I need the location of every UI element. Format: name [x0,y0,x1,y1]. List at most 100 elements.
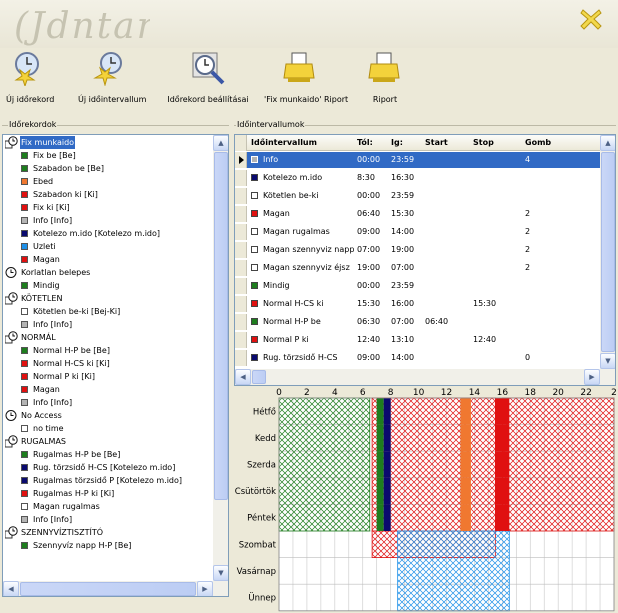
cell-stop [471,224,523,240]
scroll-left-button[interactable]: ◀ [235,369,251,385]
grid-vertical-scrollbar[interactable]: ▲ ▼ [600,135,615,369]
grid-row[interactable]: Normal P ki 12:40 13:10 12:40 [235,332,600,348]
grid-row[interactable]: Normal H-P be 06:30 07:00 06:40 [235,314,600,330]
logo-mark: (Jdntar [14,6,154,47]
report-button[interactable]: Riport [363,48,407,112]
grid-row[interactable]: Magan 06:40 15:30 2 [235,206,600,222]
day-label: Ünnep [248,593,276,604]
schedule-range [397,557,510,585]
day-label: Szombat [239,540,277,550]
column-header-id-intervallum[interactable]: Időintervallum [249,135,355,151]
x-tick-label: 8 [388,388,394,398]
toolbar-label: Új időintervallum [78,95,147,104]
scroll-thumb[interactable] [214,152,228,500]
cell-gomb: 2 [525,245,531,254]
tree-item-label: Fix ki [Ki] [33,203,70,212]
scroll-down-button[interactable]: ▼ [600,353,615,369]
cell-stop [471,188,523,204]
color-swatch [21,373,28,380]
cell-start [423,224,471,240]
x-tick-label: 0 [276,388,282,398]
column-header-gomb[interactable]: Gomb [523,135,563,151]
color-swatch [251,336,258,343]
tree-group-label: NORMÁL [21,333,56,342]
color-swatch [251,210,258,217]
cell-gomb [523,314,563,330]
column-header-ig[interactable]: Ig: [389,135,423,151]
scroll-down-button[interactable]: ▼ [213,565,228,581]
schedule-range [279,504,370,531]
schedule-bar [383,477,391,505]
close-icon[interactable] [578,6,604,32]
cell-to: 07:00 [391,317,415,326]
cell-name: Rug. törzsidő H-CS [263,353,338,362]
schedule-range [279,398,370,425]
time-record-settings-button[interactable]: Időrekord beállításai [164,48,252,112]
color-swatch [251,264,258,271]
scroll-thumb[interactable] [601,152,615,352]
schedule-range [502,477,614,505]
cell-start: 06:40 [425,317,449,326]
time-intervals-grid[interactable]: Időintervallum Tól: Ig: Start Stop Gomb Info 0… [234,134,616,386]
tree-horizontal-scrollbar[interactable]: ◀ ▶ [3,581,228,596]
scroll-right-button[interactable]: ▶ [584,369,600,385]
cell-to: 07:00 [391,263,415,272]
toolbar-label: Időrekord beállításai [167,95,249,104]
scroll-up-button[interactable]: ▲ [213,135,228,151]
schedule-range [502,451,614,478]
tree-item-label: Info [Info] [33,398,73,407]
grid-row[interactable]: Magan szennyviz napp 07:00 19:00 2 [235,242,600,258]
color-swatch [21,321,28,328]
grid-row[interactable]: Info 00:00 23:59 4 [235,152,600,168]
scroll-up-button[interactable]: ▲ [600,135,615,151]
scroll-left-button[interactable]: ◀ [3,581,19,596]
tree-item-label: Mindig [33,281,60,290]
clock-group-icon [4,136,18,149]
column-header-start[interactable]: Start [423,135,471,151]
column-header-stop[interactable]: Stop [471,135,523,151]
time-records-tree[interactable]: Fix munkaido Fix be [Be] Szabadon be [Be] E… [2,134,229,597]
schedule-bar [376,504,384,531]
schedule-bar [495,504,503,531]
cell-to: 16:30 [391,173,415,182]
weekly-schedule-chart: 0 2 4 6 8 10 12 14 16 18 20 22 2HétfőKeddSzerdaCsütö… [235,388,617,612]
cell-start [423,188,471,204]
day-label: Kedd [255,434,276,444]
cell-name: Kötetlen be-ki [263,191,319,200]
grid-row[interactable]: Rug. törzsidő H-CS 09:00 14:00 0 [235,350,600,366]
grid-row[interactable]: Magan rugalmas 09:00 14:00 2 [235,224,600,240]
color-swatch [251,174,258,181]
grid-row[interactable]: Magan szennyviz éjsz 19:00 07:00 2 [235,260,600,276]
cell-gomb [523,278,563,294]
scroll-thumb[interactable] [252,370,266,384]
fix-workhours-report-button[interactable]: 'Fix munkaido' Riport [264,48,348,112]
cell-to: 23:59 [391,191,415,200]
cell-stop [471,350,523,366]
new-time-record-button[interactable]: Új időrekord [6,48,55,112]
toolbar-label: Új időrekord [6,95,55,104]
grid-row[interactable]: Kötetlen be-ki 00:00 23:59 [235,188,600,204]
tree-vertical-scrollbar[interactable]: ▲ ▼ [213,135,228,581]
grid-row[interactable]: Mindig 00:00 23:59 [235,278,600,294]
cell-from: 12:40 [357,335,381,344]
color-swatch [21,464,28,471]
schedule-bar [460,477,471,505]
grid-row[interactable]: Kotelezo m.ido 8:30 16:30 [235,170,600,186]
color-swatch [21,425,28,432]
grid-horizontal-scrollbar[interactable]: ◀ ▶ [235,369,615,385]
scroll-right-button[interactable]: ▶ [197,581,213,596]
schedule-range [397,584,510,611]
schedule-bar [502,504,510,531]
color-swatch [21,217,28,224]
column-header-t-l[interactable]: Tól: [355,135,389,151]
row-indicator [235,314,247,330]
schedule-range [279,477,370,505]
new-time-interval-button[interactable]: Új időintervallum [78,48,147,112]
cell-stop [471,278,523,294]
cell-start [423,350,471,366]
tree-item-label: Fix be [Be] [33,151,76,160]
tree-item-label: Info [Info] [33,216,73,225]
grid-row[interactable]: Normal H-CS ki 15:30 16:00 15:30 [235,296,600,312]
scroll-thumb[interactable] [20,582,196,596]
x-tick-label: 2 [304,388,310,398]
